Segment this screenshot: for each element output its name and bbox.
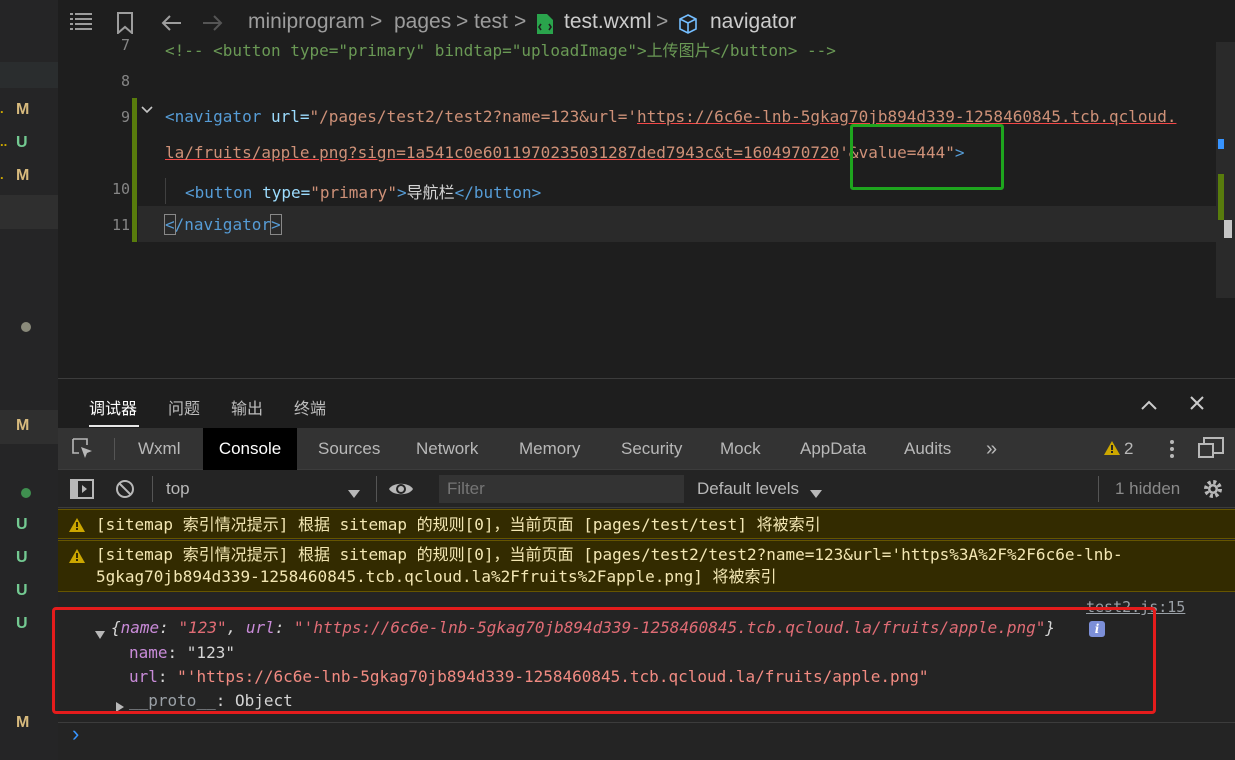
- close-panel-icon[interactable]: [1189, 395, 1205, 415]
- fold-chevron-icon[interactable]: [140, 102, 154, 121]
- scroll-marker: [1218, 174, 1224, 220]
- tab-appdata[interactable]: AppData: [800, 428, 866, 470]
- strip-band: [0, 195, 58, 229]
- line-number: 11: [111, 216, 130, 234]
- breadcrumb-segment[interactable]: miniprogram: [248, 10, 365, 34]
- code-line-navigator-wrap[interactable]: la/fruits/apple.png?sign=1a541c0e6011970…: [165, 143, 965, 162]
- dock-icon[interactable]: [1198, 437, 1224, 463]
- breadcrumb-segment[interactable]: test: [474, 10, 508, 34]
- warning-icon[interactable]: [1103, 440, 1121, 460]
- divider: [58, 722, 1235, 723]
- breadcrumb-symbol[interactable]: navigator: [710, 10, 796, 34]
- more-tabs-icon[interactable]: »: [986, 428, 997, 470]
- line-number: 10: [111, 180, 130, 198]
- editor-scrollbar[interactable]: [1216, 42, 1235, 298]
- line-number: 8: [120, 72, 130, 90]
- tab-problems[interactable]: 问题: [168, 395, 200, 419]
- warning-text: 5gkag70jb894d339-1258460845.tcb.qcloud.l…: [96, 567, 777, 586]
- warning-text: [sitemap 索引情况提示] 根据 sitemap 的规则[0]，当前页面 …: [96, 515, 821, 534]
- eye-icon[interactable]: [388, 480, 414, 503]
- console-output[interactable]: [sitemap 索引情况提示] 根据 sitemap 的规则[0]，当前页面 …: [52, 508, 1235, 760]
- breadcrumb-separator: >: [370, 10, 383, 33]
- tab-console[interactable]: Console: [203, 428, 297, 470]
- warning-icon: [68, 548, 88, 566]
- tab-security[interactable]: Security: [621, 428, 682, 470]
- tab-output[interactable]: 输出: [231, 395, 263, 419]
- devtools-tab-bar: Wxml Console Sources Network Memory Secu…: [58, 428, 1235, 470]
- strip-band: [0, 62, 58, 88]
- dropdown-arrow-icon[interactable]: [348, 485, 360, 503]
- breadcrumb-file[interactable]: test.wxml: [564, 10, 652, 34]
- filter-input[interactable]: [439, 475, 684, 503]
- active-tab-indicator: [89, 425, 139, 427]
- scroll-marker: [1218, 139, 1224, 149]
- breadcrumb-segment[interactable]: pages: [394, 10, 451, 34]
- tab-sources[interactable]: Sources: [318, 428, 380, 470]
- code-link[interactable]: la/fruits/apple.png?sign=1a541c0e6011970…: [165, 143, 839, 162]
- warning-text: [sitemap 索引情况提示] 根据 sitemap 的规则[0]，当前页面 …: [96, 545, 1123, 564]
- divider: [152, 476, 153, 502]
- warning-icon: [68, 517, 88, 535]
- breadcrumb-separator: >: [514, 10, 527, 33]
- tab-network[interactable]: Network: [416, 428, 478, 470]
- clear-console-icon[interactable]: [115, 479, 135, 504]
- divider: [114, 438, 115, 460]
- source-control-strip: .M .. U .M M U U U U M: [0, 0, 58, 760]
- console-prompt[interactable]: ›: [72, 721, 79, 747]
- tab-mock[interactable]: Mock: [720, 428, 761, 470]
- sidebar-toggle-icon[interactable]: [70, 479, 94, 504]
- dropdown-arrow-icon[interactable]: [810, 485, 822, 503]
- code-line-comment[interactable]: <!-- <button type="primary" bindtap="upl…: [165, 37, 836, 61]
- status-dot: [21, 322, 31, 332]
- scroll-thumb[interactable]: [1224, 220, 1232, 238]
- gear-icon[interactable]: [1202, 478, 1224, 505]
- line-number: 7: [120, 36, 130, 54]
- list-icon[interactable]: [70, 12, 92, 36]
- code-line-button[interactable]: <button type="primary">导航栏</button>: [185, 179, 541, 203]
- maximize-panel-icon[interactable]: [1140, 396, 1158, 415]
- hidden-count: 1 hidden: [1115, 479, 1181, 498]
- back-arrow-icon[interactable]: [160, 14, 182, 38]
- current-line-highlight: [138, 206, 1218, 242]
- bottom-panel: 调试器 问题 输出 终端 Wxml Console Sources Networ…: [52, 378, 1235, 760]
- log-levels-select[interactable]: Default levels: [697, 479, 799, 499]
- divider: [1098, 476, 1099, 502]
- breadcrumb: miniprogram > pages > test > test.wxml >…: [58, 0, 1235, 42]
- console-warning[interactable]: [sitemap 索引情况提示] 根据 sitemap 的规则[0]，当前页面 …: [58, 509, 1235, 539]
- panel-tab-bar: 调试器 问题 输出 终端: [58, 378, 1235, 428]
- console-toolbar: top Default levels 1 hidden: [58, 470, 1235, 508]
- status-dot: [21, 488, 31, 498]
- tab-audits[interactable]: Audits: [904, 428, 951, 470]
- git-change-bar: [132, 98, 137, 242]
- breadcrumb-separator: >: [456, 10, 469, 33]
- divider: [376, 476, 377, 502]
- code-line-navigator-open[interactable]: <navigator url="/pages/test2/test2?name=…: [165, 107, 1176, 126]
- code-line-navigator-close[interactable]: </navigator>: [164, 214, 282, 235]
- tab-debugger[interactable]: 调试器: [89, 395, 137, 419]
- console-warning[interactable]: [sitemap 索引情况提示] 根据 sitemap 的规则[0]，当前页面 …: [58, 540, 1235, 592]
- tab-wxml[interactable]: Wxml: [138, 428, 180, 470]
- green-annotation-box: [850, 124, 1004, 190]
- kebab-menu-icon[interactable]: [1169, 439, 1175, 463]
- line-number: 9: [120, 108, 130, 126]
- breadcrumb-separator: >: [656, 10, 669, 33]
- indent-guide: [165, 178, 166, 204]
- tab-terminal[interactable]: 终端: [294, 395, 326, 419]
- inspect-element-icon[interactable]: [72, 438, 94, 464]
- context-select[interactable]: top: [166, 479, 190, 499]
- tab-memory[interactable]: Memory: [519, 428, 580, 470]
- forward-arrow-icon[interactable]: [202, 14, 224, 38]
- red-annotation-box: [52, 607, 1156, 714]
- code-editor[interactable]: 7 <!-- <button type="primary" bindtap="u…: [58, 36, 1235, 378]
- warning-count[interactable]: 2: [1124, 428, 1133, 470]
